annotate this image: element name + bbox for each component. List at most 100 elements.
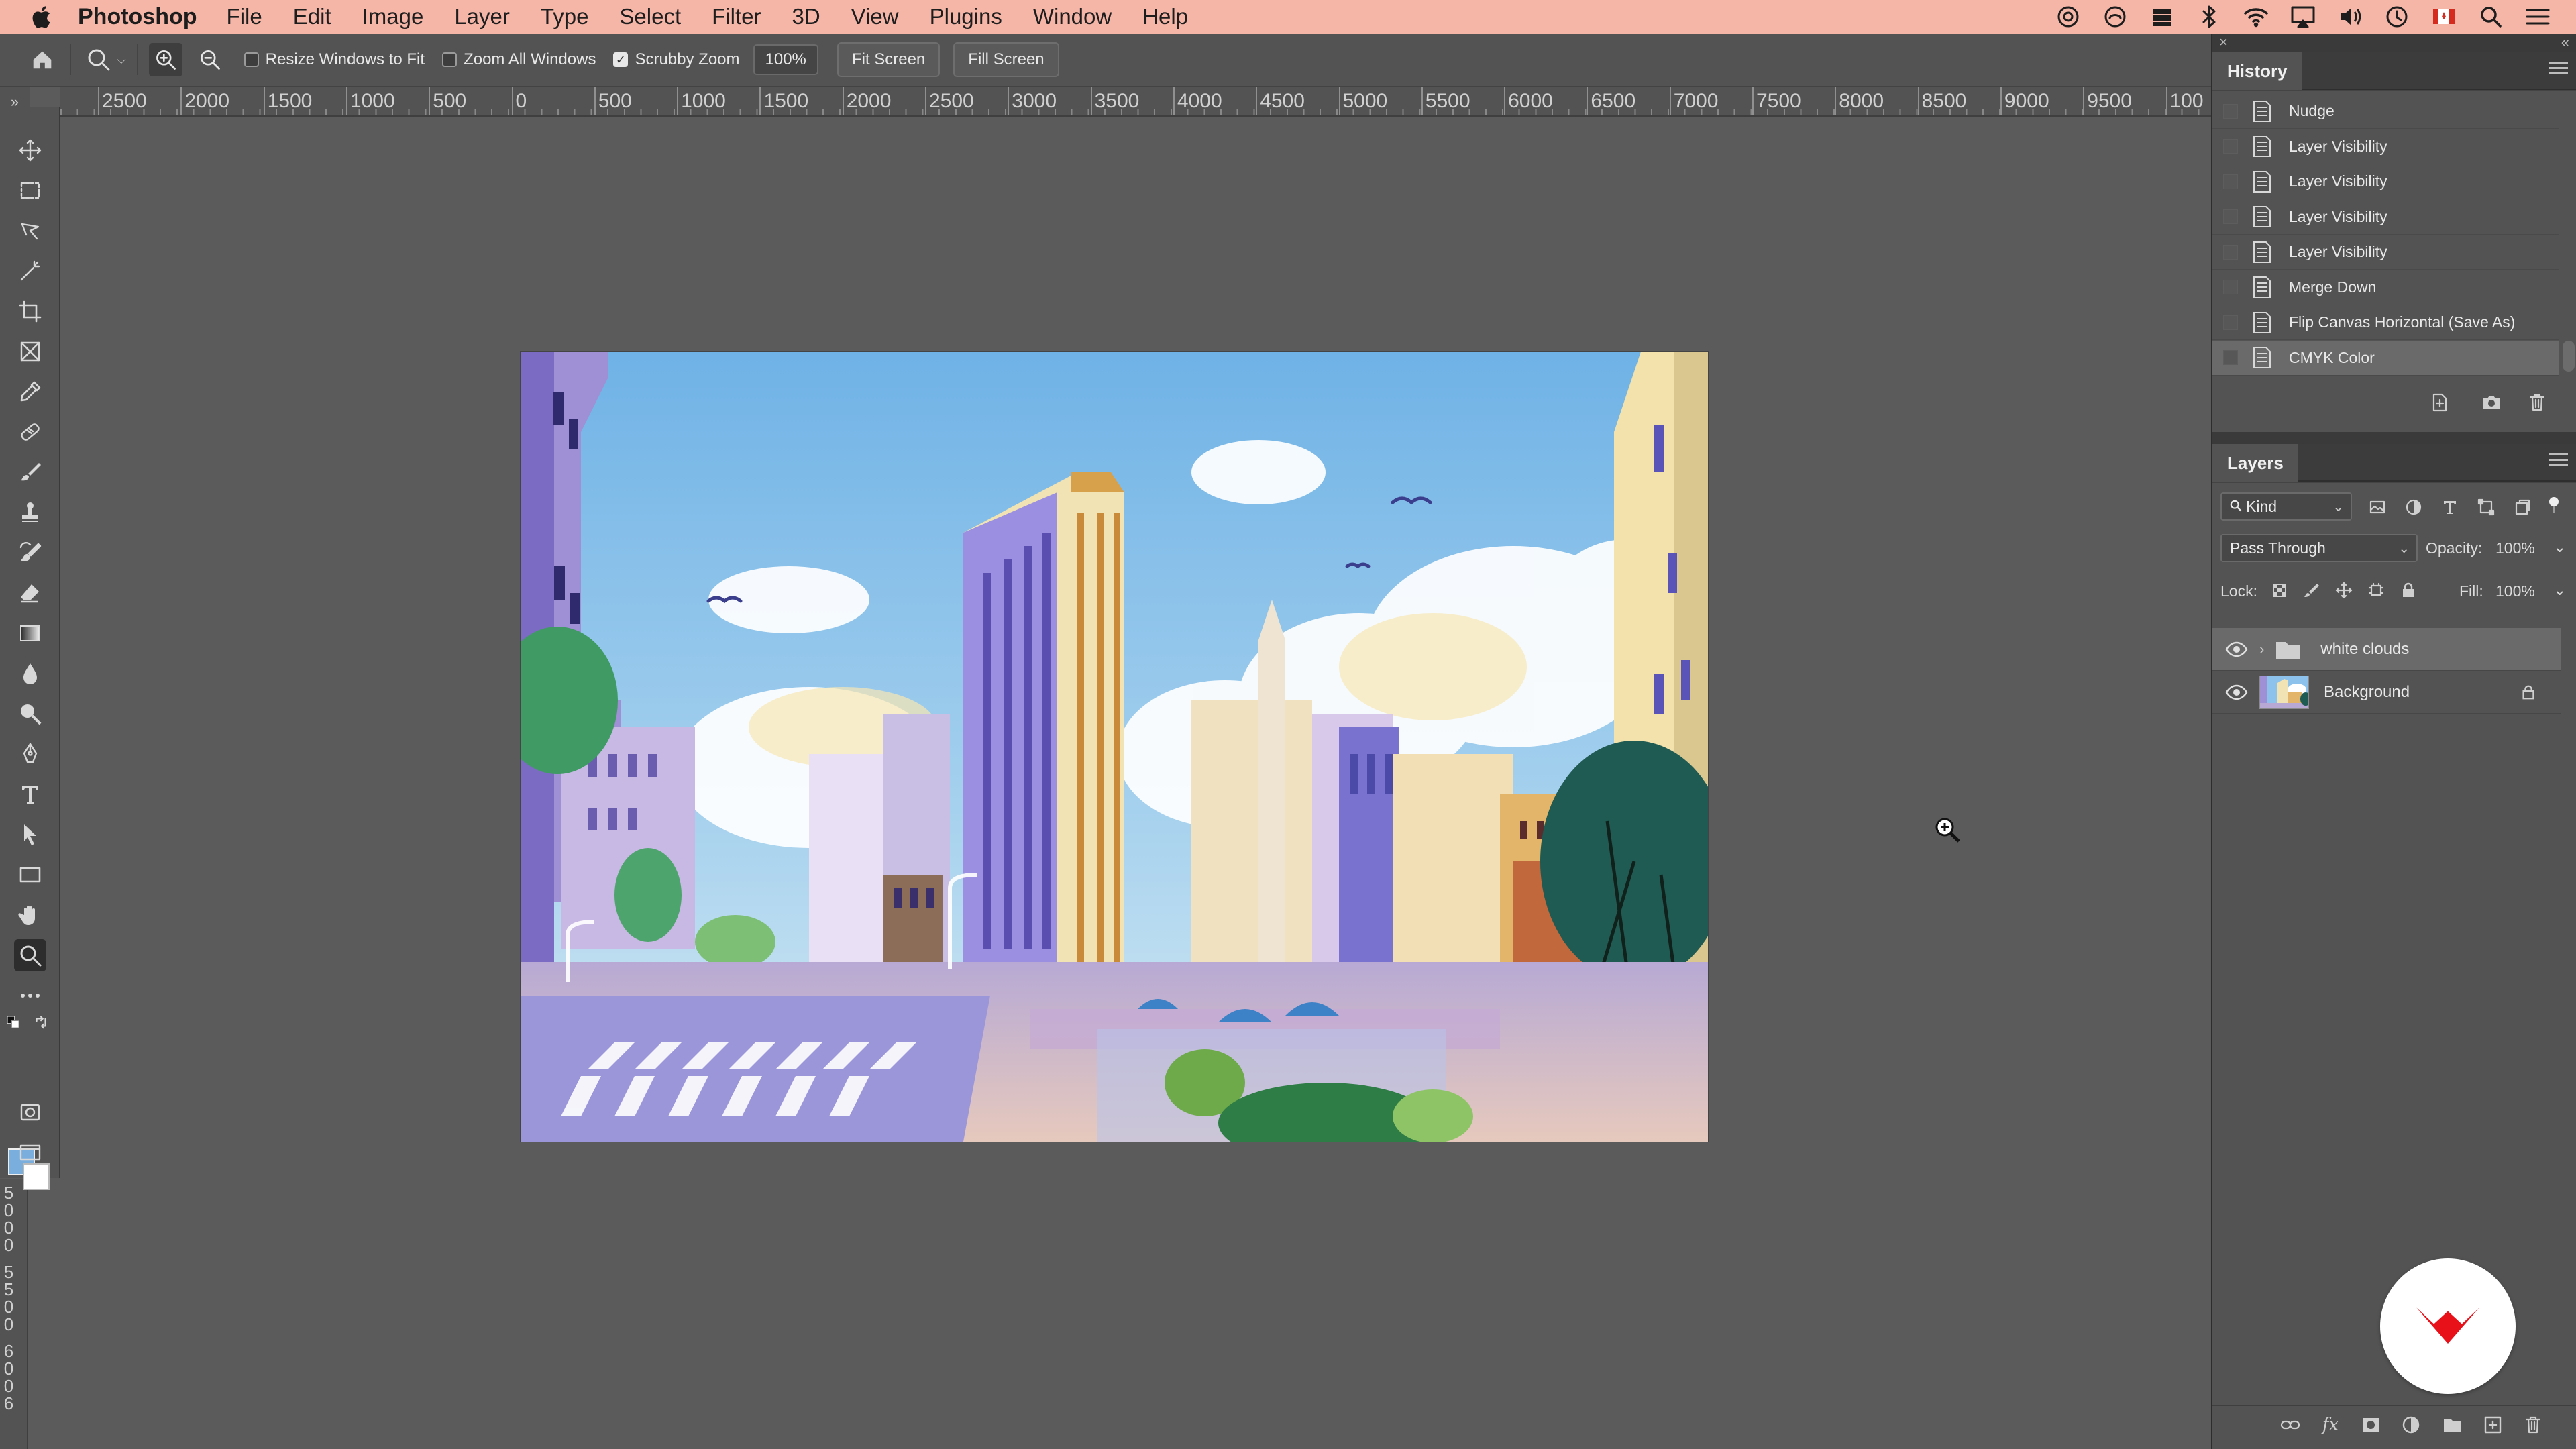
control-center-icon[interactable] bbox=[2524, 5, 2552, 29]
fill-value[interactable]: 100% bbox=[2496, 582, 2535, 600]
new-document-from-state-icon[interactable] bbox=[2426, 389, 2453, 416]
menu-filter[interactable]: Filter bbox=[712, 4, 761, 30]
filter-adjustment-layers-icon[interactable] bbox=[2402, 495, 2426, 519]
history-snapshot-checkbox[interactable] bbox=[2223, 139, 2238, 154]
history-item[interactable]: Layer Visibility bbox=[2212, 129, 2559, 164]
menu-edit[interactable]: Edit bbox=[293, 4, 331, 30]
eye-visibility-icon[interactable] bbox=[2224, 680, 2249, 704]
rectangle-tool-icon[interactable] bbox=[14, 859, 46, 891]
filter-pixel-layers-icon[interactable] bbox=[2365, 495, 2390, 519]
menu-3d[interactable]: 3D bbox=[792, 4, 820, 30]
clock-icon[interactable] bbox=[2383, 5, 2411, 29]
bluetooth-icon[interactable] bbox=[2195, 5, 2223, 29]
zoom-out-icon[interactable] bbox=[193, 43, 227, 76]
fill-chevron-icon[interactable]: ⌄ bbox=[2553, 581, 2566, 599]
history-brush-tool-icon[interactable] bbox=[14, 537, 46, 569]
menu-type[interactable]: Type bbox=[541, 4, 589, 30]
brush-tool-icon[interactable] bbox=[14, 456, 46, 488]
layer-filter-kind-select[interactable]: Kind ⌄ bbox=[2220, 492, 2352, 521]
add-mask-icon[interactable] bbox=[2357, 1411, 2384, 1438]
zoom-all-windows-checkbox[interactable]: Zoom All Windows bbox=[442, 50, 596, 69]
fill-screen-button[interactable]: Fill Screen bbox=[953, 42, 1059, 77]
resize-windows-to-fit-checkbox[interactable]: Resize Windows to Fit bbox=[244, 50, 425, 69]
eye-visibility-icon[interactable] bbox=[2224, 637, 2249, 661]
marquee-tool-icon[interactable] bbox=[14, 174, 46, 207]
home-icon[interactable] bbox=[25, 43, 59, 76]
layer-name[interactable]: Background bbox=[2324, 683, 2410, 702]
healing-brush-tool-icon[interactable] bbox=[14, 416, 46, 448]
eyedropper-tool-icon[interactable] bbox=[14, 376, 46, 408]
zoom-tool-icon[interactable] bbox=[14, 939, 46, 971]
new-layer-icon[interactable] bbox=[2479, 1411, 2506, 1438]
cloud-sync-icon[interactable] bbox=[2101, 5, 2129, 29]
lasso-tool-icon[interactable] bbox=[14, 215, 46, 247]
filter-shape-layers-icon[interactable] bbox=[2474, 495, 2498, 519]
history-snapshot-checkbox[interactable] bbox=[2223, 174, 2238, 189]
tab-layers[interactable]: Layers bbox=[2212, 444, 2298, 482]
menu-plugins[interactable]: Plugins bbox=[930, 4, 1002, 30]
layer-row-white-clouds[interactable]: › white clouds bbox=[2212, 628, 2561, 671]
type-tool-icon[interactable] bbox=[14, 778, 46, 810]
link-layers-icon[interactable] bbox=[2277, 1411, 2304, 1438]
dodge-tool-icon[interactable] bbox=[14, 698, 46, 730]
chevron-down-icon[interactable]: ⌵ bbox=[117, 53, 126, 67]
expand-group-chevron-icon[interactable]: › bbox=[2259, 641, 2264, 658]
vertical-ruler[interactable]: 500055006006 bbox=[0, 1179, 28, 1449]
apple-icon[interactable] bbox=[31, 5, 51, 28]
menu-layer[interactable]: Layer bbox=[454, 4, 510, 30]
history-item[interactable]: CMYK Color bbox=[2212, 340, 2559, 376]
close-panel-icon[interactable]: × bbox=[2219, 34, 2228, 51]
menu-window[interactable]: Window bbox=[1033, 4, 1112, 30]
history-item[interactable]: Layer Visibility bbox=[2212, 200, 2559, 235]
eraser-tool-icon[interactable] bbox=[14, 577, 46, 609]
path-selection-tool-icon[interactable] bbox=[14, 818, 46, 851]
volume-icon[interactable] bbox=[2336, 5, 2364, 29]
pen-tool-icon[interactable] bbox=[14, 738, 46, 770]
default-colors-icon[interactable] bbox=[5, 1014, 21, 1030]
blend-mode-select[interactable]: Pass Through ⌄ bbox=[2220, 534, 2418, 562]
blur-tool-icon[interactable] bbox=[14, 657, 46, 690]
swap-colors-icon[interactable] bbox=[34, 1014, 50, 1030]
history-item[interactable]: Layer Visibility bbox=[2212, 164, 2559, 199]
move-tool-icon[interactable] bbox=[14, 134, 46, 166]
filter-smart-objects-icon[interactable] bbox=[2510, 495, 2534, 519]
layer-name[interactable]: white clouds bbox=[2320, 640, 2409, 659]
delete-state-icon[interactable] bbox=[2524, 389, 2551, 416]
airplay-icon[interactable] bbox=[2289, 5, 2317, 29]
layer-row-background[interactable]: Background bbox=[2212, 671, 2561, 714]
history-item[interactable]: Nudge bbox=[2212, 94, 2559, 129]
tab-history[interactable]: History bbox=[2212, 52, 2302, 90]
new-adjustment-layer-icon[interactable] bbox=[2398, 1411, 2424, 1438]
screen-mode-icon[interactable] bbox=[14, 1136, 46, 1169]
history-snapshot-checkbox[interactable] bbox=[2223, 209, 2238, 224]
lock-all-icon[interactable] bbox=[2396, 578, 2420, 602]
create-snapshot-icon[interactable] bbox=[2478, 389, 2505, 416]
menu-help[interactable]: Help bbox=[1142, 4, 1188, 30]
horizontal-ruler[interactable]: 2500 2000 1500 1000 500 0 500 1000 1500 2000 2500 3… bbox=[60, 87, 2211, 117]
lock-artboard-icon[interactable] bbox=[2364, 578, 2388, 602]
storage-icon[interactable] bbox=[2148, 5, 2176, 29]
history-scrollbar[interactable] bbox=[2563, 341, 2575, 372]
quick-mask-icon[interactable] bbox=[14, 1096, 46, 1128]
scrubby-zoom-checkbox[interactable]: ✓ Scrubby Zoom bbox=[613, 50, 740, 69]
filter-type-layers-icon[interactable] bbox=[2438, 495, 2462, 519]
layer-lock-icon[interactable] bbox=[2520, 684, 2537, 701]
wifi-icon[interactable] bbox=[2242, 5, 2270, 29]
gradient-tool-icon[interactable] bbox=[14, 617, 46, 649]
filter-toggle-icon[interactable] bbox=[2544, 492, 2564, 517]
layers-panel-menu-icon[interactable] bbox=[2549, 453, 2568, 471]
magic-wand-tool-icon[interactable] bbox=[14, 255, 46, 287]
more-tools-icon[interactable] bbox=[14, 979, 46, 1012]
history-snapshot-checkbox[interactable] bbox=[2223, 103, 2238, 119]
fit-screen-button[interactable]: Fit Screen bbox=[837, 42, 941, 77]
new-group-folder-icon[interactable] bbox=[2439, 1411, 2466, 1438]
zoom-tool-preset-icon[interactable] bbox=[82, 43, 115, 76]
opacity-chevron-icon[interactable]: ⌄ bbox=[2553, 538, 2566, 556]
menu-select[interactable]: Select bbox=[619, 4, 681, 30]
history-snapshot-checkbox[interactable] bbox=[2223, 280, 2238, 294]
lock-image-pixels-icon[interactable] bbox=[2300, 578, 2324, 602]
collapse-panels-icon[interactable]: « bbox=[2561, 34, 2569, 51]
menu-file[interactable]: File bbox=[227, 4, 262, 30]
creative-cloud-icon[interactable] bbox=[2054, 5, 2082, 29]
spotlight-search-icon[interactable] bbox=[2477, 5, 2505, 29]
